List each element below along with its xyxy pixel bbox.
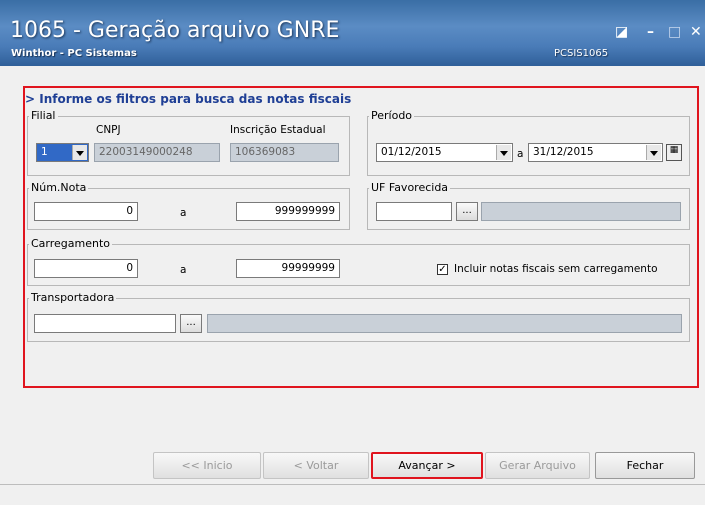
- period-end-field[interactable]: 31/12/2015: [528, 143, 663, 162]
- status-bar: [0, 484, 705, 505]
- inicio-button[interactable]: << Inicio: [153, 452, 261, 479]
- uf-field[interactable]: [376, 202, 452, 221]
- period-start-field[interactable]: 01/12/2015: [376, 143, 513, 162]
- num-nota-to-field[interactable]: 999999999: [236, 202, 340, 221]
- chevron-down-icon[interactable]: [646, 145, 661, 160]
- fechar-button[interactable]: Fechar: [595, 452, 695, 479]
- carregamento-from-field[interactable]: 0: [34, 259, 138, 278]
- carregamento-to-field[interactable]: 99999999: [236, 259, 340, 278]
- window-title: 1065 - Geração arquivo GNRE: [10, 18, 340, 43]
- chevron-down-icon[interactable]: [496, 145, 511, 160]
- uf-lookup-button[interactable]: ...: [456, 202, 478, 221]
- transportadora-lookup-button[interactable]: ...: [180, 314, 202, 333]
- cnpj-field: 22003149000248: [94, 143, 220, 162]
- window-subtitle: Winthor - PC Sistemas: [11, 48, 137, 59]
- uf-label: UF Favorecida: [369, 181, 451, 194]
- period-sep: a: [517, 148, 524, 160]
- minimize-icon[interactable]: –: [647, 24, 654, 40]
- transportadora-label: Transportadora: [29, 291, 117, 304]
- num-nota-label: Núm.Nota: [29, 181, 89, 194]
- section-header: > Informe os filtros para busca das nota…: [25, 92, 352, 106]
- window-code: PCSIS1065: [554, 48, 609, 59]
- cnpj-label: CNPJ: [96, 124, 121, 136]
- filial-select[interactable]: 1: [36, 143, 89, 162]
- carregamento-label: Carregamento: [29, 237, 113, 250]
- chevron-down-icon[interactable]: [72, 145, 87, 160]
- include-no-carregamento-checkbox[interactable]: ✓: [437, 264, 448, 275]
- avancar-button[interactable]: Avançar >: [371, 452, 483, 479]
- transportadora-description-field: [207, 314, 682, 333]
- transportadora-field[interactable]: [34, 314, 176, 333]
- num-nota-from-field[interactable]: 0: [34, 202, 138, 221]
- restore-icon[interactable]: ◪: [615, 24, 628, 40]
- include-no-carregamento-label[interactable]: Incluir notas fiscais sem carregamento: [454, 263, 658, 275]
- ie-label: Inscrição Estadual: [230, 124, 326, 136]
- title-bar: 1065 - Geração arquivo GNRE Winthor - PC…: [0, 0, 705, 67]
- gerar-arquivo-button[interactable]: Gerar Arquivo: [485, 452, 590, 479]
- close-icon[interactable]: ✕: [690, 24, 702, 40]
- calendar-icon[interactable]: ▦: [666, 144, 682, 161]
- periodo-label: Período: [369, 109, 415, 122]
- ie-field: 106369083: [230, 143, 339, 162]
- voltar-button[interactable]: < Voltar: [263, 452, 369, 479]
- num-nota-sep: a: [180, 207, 187, 219]
- maximize-icon[interactable]: □: [668, 24, 681, 40]
- uf-description-field: [481, 202, 681, 221]
- carregamento-sep: a: [180, 264, 187, 276]
- filial-label: Filial: [29, 109, 58, 122]
